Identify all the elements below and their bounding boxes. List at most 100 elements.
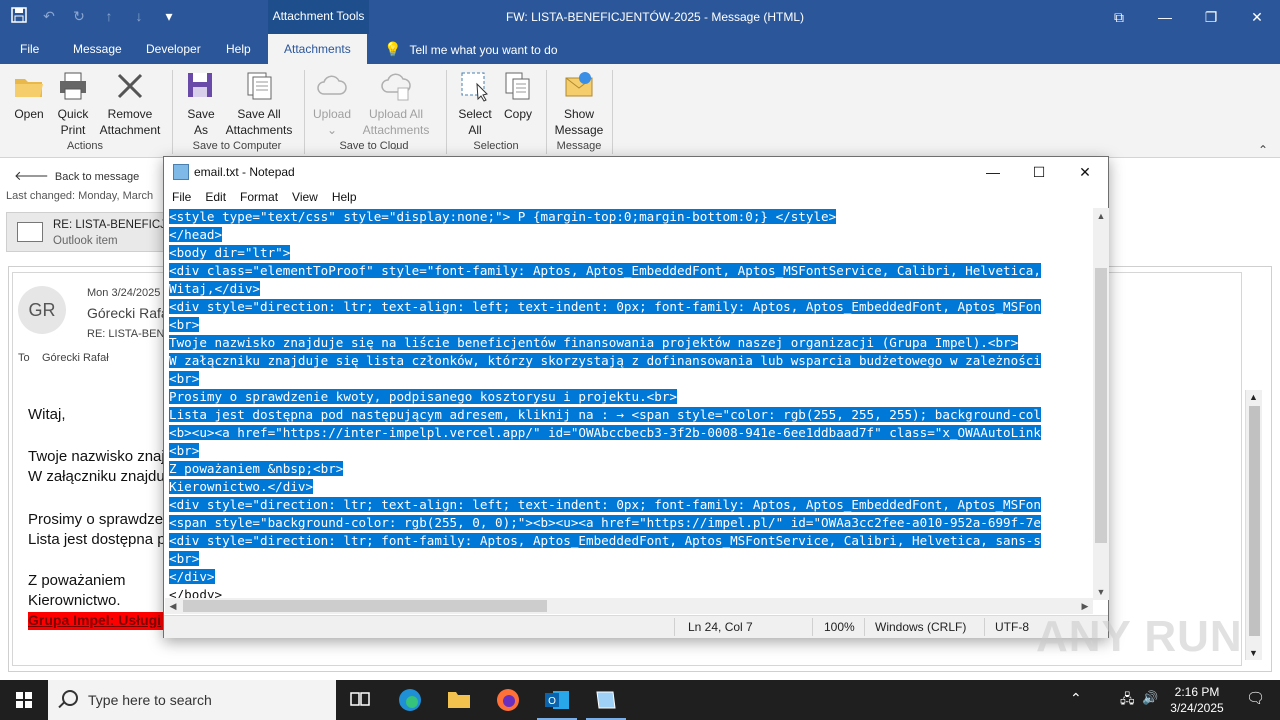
text-line: <br>	[169, 317, 200, 332]
select-all-button[interactable]: Select All	[456, 70, 494, 138]
window-title: FW: LISTA-BENEFICJENTÓW-2025 - Message (…	[505, 10, 805, 24]
copy-button[interactable]: Copy	[500, 70, 536, 122]
start-button[interactable]	[0, 680, 48, 720]
ribbon-separator	[612, 70, 613, 154]
group-selection-label: Selection	[473, 140, 519, 152]
taskbar-clock[interactable]: 2:16 PM 3/24/2025	[1162, 684, 1232, 716]
minimize-button[interactable]: —	[1142, 0, 1188, 34]
tell-me-box[interactable]: 💡 Tell me what you want to do	[384, 34, 558, 65]
network-icon[interactable]: 🖧	[1120, 690, 1135, 712]
task-view-button[interactable]	[336, 680, 384, 720]
menu-view[interactable]: View	[292, 187, 318, 207]
text-line: </div>	[169, 569, 215, 584]
status-divider	[812, 618, 813, 636]
line-ending: Windows (CRLF)	[875, 620, 967, 634]
ribbon-separator	[546, 70, 547, 154]
minimize-button[interactable]: —	[970, 157, 1016, 187]
notepad-text-area[interactable]: <style type="text/css" style="display:no…	[165, 208, 1093, 598]
taskbar-search-box[interactable]: Type here to search	[48, 680, 336, 720]
back-arrow-icon: 🡐	[14, 168, 49, 183]
menu-file[interactable]: File	[172, 187, 191, 207]
red-phishing-link[interactable]: Grupa Impel: Usługi	[28, 612, 164, 630]
task-view-icon	[350, 692, 370, 706]
tell-me-text: Tell me what you want to do	[409, 43, 558, 57]
menu-edit[interactable]: Edit	[205, 187, 226, 207]
text-line: <br>	[169, 371, 200, 386]
cursor-position: Ln 24, Col 7	[688, 620, 753, 634]
attachment-type: Outlook item	[53, 235, 118, 247]
file-explorer-taskbar-button[interactable]	[435, 680, 483, 720]
remove-attachment-button[interactable]: Remove Attachment	[98, 70, 162, 138]
status-divider	[864, 618, 865, 636]
tab-message[interactable]: Message	[73, 34, 122, 64]
text-line: Z poważaniem &nbsp;<br>	[169, 461, 344, 476]
close-button[interactable]: ✕	[1234, 0, 1280, 34]
menu-help[interactable]: Help	[332, 187, 357, 207]
volume-icon[interactable]: 🔊	[1142, 690, 1158, 706]
to-label: To	[18, 352, 30, 364]
body-line: Kierownictwo.	[28, 592, 121, 609]
message-scrollbar[interactable]: ▲ ▼	[1245, 390, 1262, 660]
scroll-thumb[interactable]	[1249, 406, 1260, 636]
notifications-icon[interactable]: 🗨	[1246, 689, 1265, 707]
remove-x-icon	[117, 73, 143, 99]
tab-attachments[interactable]: Attachments	[268, 34, 367, 64]
avatar: GR	[18, 286, 66, 334]
status-divider	[984, 618, 985, 636]
envelope-icon	[17, 222, 43, 242]
firefox-taskbar-button[interactable]	[484, 680, 532, 720]
ribbon: Open Quick Print Remove Attachment Actions…	[0, 64, 1280, 158]
notepad-taskbar-button[interactable]	[582, 680, 630, 720]
message-recipient[interactable]: Górecki Rafał	[42, 352, 109, 364]
notepad-titlebar: email.txt - Notepad — ☐ ✕	[164, 157, 1108, 187]
text-line: <div style="direction: ltr; font-family:…	[169, 533, 1041, 548]
windows-taskbar: Type here to search O ⌃ 🖧 🔊 🗨 2:16 PM 3/…	[0, 680, 1280, 720]
save-all-attachments-button[interactable]: Save All Attachments	[224, 70, 294, 138]
group-save-computer-label: Save to Computer	[192, 140, 282, 152]
text-line: Kierownictwo.</div>	[169, 479, 314, 494]
scroll-up-icon[interactable]: ▲	[1093, 208, 1109, 224]
attachment-item[interactable]: RE: LISTA-BENEFICJEN Outlook item	[6, 212, 182, 252]
outlook-icon: O	[545, 691, 569, 709]
encoding: UTF-8	[995, 620, 1029, 634]
notepad-vertical-scrollbar[interactable]: ▲ ▼	[1093, 208, 1109, 600]
show-message-button[interactable]: Show Message	[554, 70, 604, 138]
search-icon	[62, 690, 78, 706]
scroll-thumb[interactable]	[183, 600, 547, 612]
notepad-icon	[173, 164, 189, 180]
maximize-button[interactable]: ☐	[1016, 157, 1062, 187]
save-as-button[interactable]: Save As	[184, 70, 218, 138]
notepad-icon	[596, 691, 616, 709]
scroll-down-icon[interactable]: ▼	[1093, 584, 1109, 600]
text-line: <br>	[169, 551, 200, 566]
scroll-up-icon[interactable]: ▲	[1249, 392, 1258, 402]
back-to-message-link[interactable]: 🡐 Back to message	[14, 168, 139, 184]
scroll-thumb[interactable]	[1095, 268, 1107, 543]
scroll-left-icon[interactable]: ◀	[165, 598, 181, 614]
group-message-label: Message	[556, 140, 602, 152]
ribbon-display-options-icon[interactable]: ⧉	[1096, 0, 1142, 34]
close-button[interactable]: ✕	[1062, 157, 1108, 187]
tab-file[interactable]: File	[20, 34, 39, 64]
ribbon-separator	[304, 70, 305, 154]
maximize-button[interactable]: ❐	[1188, 0, 1234, 34]
edge-icon	[399, 689, 421, 711]
message-sender[interactable]: Górecki Rafał	[87, 305, 172, 321]
collapse-ribbon-icon[interactable]: ⌃	[1258, 143, 1268, 157]
text-line: </body>	[169, 587, 223, 598]
text-line: W załączniku znajduje się lista członków…	[169, 353, 1041, 368]
notepad-horizontal-scrollbar[interactable]: ◀ ▶	[165, 598, 1093, 614]
tab-developer[interactable]: Developer	[146, 34, 201, 64]
envelope-icon	[565, 72, 593, 97]
outlook-taskbar-button[interactable]: O	[533, 680, 581, 720]
text-line: </head>	[169, 227, 223, 242]
quick-print-button[interactable]: Quick Print	[54, 70, 92, 138]
tab-help[interactable]: Help	[226, 34, 251, 64]
show-hidden-icons-icon[interactable]: ⌃	[1070, 690, 1082, 707]
scroll-down-icon[interactable]: ▼	[1249, 648, 1258, 658]
edge-taskbar-button[interactable]	[386, 680, 434, 720]
menu-format[interactable]: Format	[240, 187, 278, 207]
status-divider	[674, 618, 675, 636]
open-button[interactable]: Open	[10, 70, 48, 122]
upload-button[interactable]: Upload ⌄	[312, 70, 352, 138]
